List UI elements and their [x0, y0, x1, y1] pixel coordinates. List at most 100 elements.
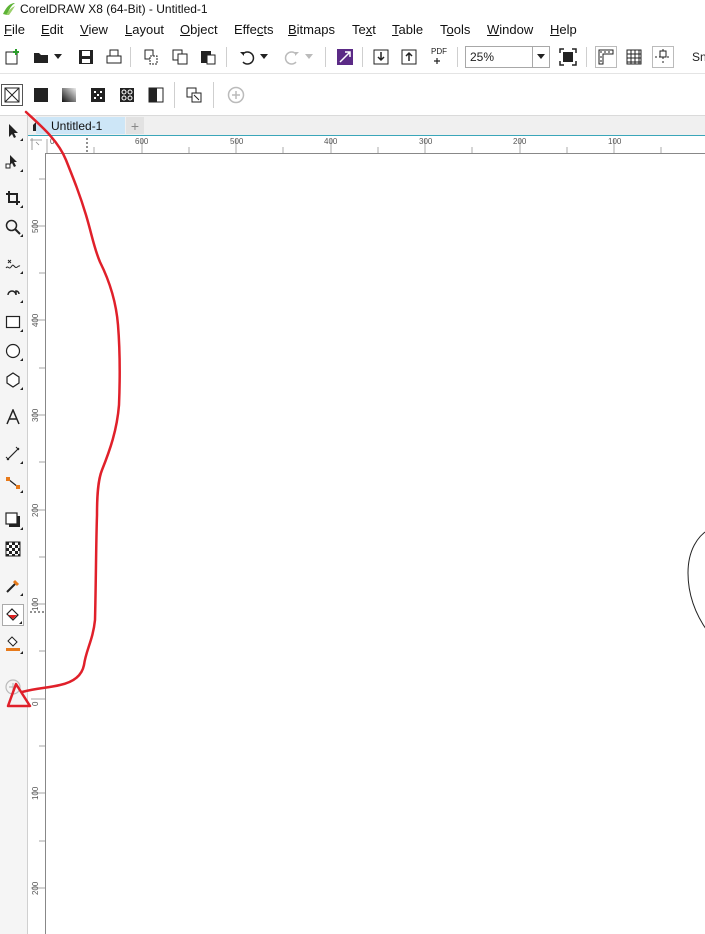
- two-color-pattern-fill-button[interactable]: [145, 84, 167, 106]
- menu-table[interactable]: Table: [392, 22, 423, 37]
- copy-icon: [172, 49, 188, 65]
- text-tool[interactable]: [2, 406, 24, 428]
- menu-bitmaps[interactable]: Bitmaps: [288, 22, 335, 37]
- toolbar-separator: [325, 47, 326, 67]
- dimension-icon: [5, 446, 20, 461]
- menu-window[interactable]: Window: [487, 22, 533, 37]
- folder-open-icon: [34, 53, 48, 63]
- bitmap-pattern-fill-button[interactable]: [116, 84, 138, 106]
- import-button[interactable]: [370, 46, 392, 68]
- parallel-dimension-tool[interactable]: [2, 443, 24, 465]
- menu-effects[interactable]: Effects: [234, 22, 274, 37]
- publish-pdf-button[interactable]: PDF: [428, 46, 450, 68]
- print-button[interactable]: [103, 46, 125, 68]
- menu-object[interactable]: Object: [180, 22, 218, 37]
- copy-fill-button[interactable]: [183, 84, 205, 106]
- v-ruler-label-200: 200: [31, 503, 40, 517]
- copy-fill-icon: [186, 87, 202, 103]
- h-ruler-label-0: 0: [50, 137, 55, 146]
- open-dropdown[interactable]: [52, 46, 64, 68]
- zoom-tool[interactable]: [2, 216, 24, 238]
- rectangle-icon: [5, 315, 21, 329]
- undo-dropdown[interactable]: [258, 46, 270, 68]
- ellipse-icon: [5, 343, 21, 359]
- window-title: CorelDRAW X8 (64-Bit) - Untitled-1: [20, 2, 208, 16]
- add-property-button[interactable]: [225, 84, 247, 106]
- snap-to-button[interactable]: Sn: [692, 50, 705, 64]
- shape-tool[interactable]: [2, 151, 24, 173]
- undo-button[interactable]: [236, 46, 258, 68]
- drop-shadow-tool[interactable]: [2, 509, 24, 531]
- title-bar: CorelDRAW X8 (64-Bit) - Untitled-1: [0, 0, 705, 18]
- v-ruler-label-100: 100: [31, 597, 40, 611]
- show-guidelines-button[interactable]: [652, 46, 674, 68]
- redo-button[interactable]: [281, 46, 303, 68]
- connector-tool[interactable]: [2, 472, 24, 494]
- bitmap-pattern-icon: [120, 88, 134, 102]
- freehand-tool[interactable]: [2, 253, 24, 275]
- ruler-origin-corner[interactable]: [28, 136, 46, 154]
- zoom-dropdown-button[interactable]: [532, 47, 549, 67]
- toolbar-separator: [226, 47, 227, 67]
- polygon-tool[interactable]: [2, 369, 24, 391]
- smart-fill-tool[interactable]: [2, 633, 24, 655]
- import-icon: [373, 49, 389, 65]
- transparency-tool[interactable]: [2, 538, 24, 560]
- v-ruler-label-200-below: 200: [31, 881, 40, 895]
- paste-icon: [201, 51, 216, 65]
- plus-icon: +: [130, 117, 140, 134]
- search-content-button[interactable]: [334, 46, 356, 68]
- new-tab-button[interactable]: +: [126, 117, 144, 134]
- h-ruler-label-200: 200: [513, 137, 527, 146]
- menu-layout[interactable]: Layout: [125, 22, 164, 37]
- grid-icon: [626, 49, 642, 65]
- pick-tool[interactable]: [2, 120, 24, 142]
- ellipse-shape[interactable]: [680, 528, 705, 638]
- vertical-ruler[interactable]: 500 400 300 200 100 0 100 200: [28, 153, 46, 934]
- smart-fill-icon: [6, 636, 20, 651]
- paste-button[interactable]: [197, 46, 219, 68]
- menu-tools[interactable]: Tools: [440, 22, 470, 37]
- save-button[interactable]: [75, 46, 97, 68]
- ruler-origin-icon: [30, 138, 42, 150]
- fountain-fill-button[interactable]: [58, 84, 80, 106]
- export-icon: [401, 49, 417, 65]
- h-ruler-label-300: 300: [419, 137, 433, 146]
- chevron-down-icon: [305, 54, 313, 59]
- add-circle-icon: [5, 679, 21, 695]
- toolbar-separator: [362, 47, 363, 67]
- eyedropper-tool[interactable]: [2, 575, 24, 597]
- v-ruler-label-100-below: 100: [31, 786, 40, 800]
- crop-tool[interactable]: [2, 187, 24, 209]
- menu-view[interactable]: View: [80, 22, 108, 37]
- redo-dropdown[interactable]: [303, 46, 315, 68]
- add-tool-button[interactable]: [2, 676, 24, 698]
- cut-button[interactable]: [140, 46, 162, 68]
- interactive-fill-tool[interactable]: [2, 604, 24, 626]
- drawing-canvas[interactable]: [46, 154, 705, 934]
- shape-node-icon: [5, 155, 17, 169]
- menu-edit[interactable]: Edit: [41, 22, 63, 37]
- two-color-pattern-icon: [148, 87, 164, 103]
- rectangle-tool[interactable]: [2, 311, 24, 333]
- show-rulers-button[interactable]: [595, 46, 617, 68]
- open-button[interactable]: [30, 46, 52, 68]
- chevron-down-icon: [537, 54, 545, 59]
- vector-pattern-fill-button[interactable]: [87, 84, 109, 106]
- menu-text[interactable]: Text: [352, 22, 376, 37]
- ellipse-tool[interactable]: [2, 340, 24, 362]
- horizontal-ruler[interactable]: 0 600 500 400 300 200 100: [45, 136, 705, 154]
- no-fill-button[interactable]: [1, 84, 23, 106]
- show-grid-button[interactable]: [623, 46, 645, 68]
- copy-button[interactable]: [169, 46, 191, 68]
- export-button[interactable]: [398, 46, 420, 68]
- document-tab[interactable]: Untitled-1: [36, 117, 125, 134]
- zoom-level-combobox[interactable]: 25%: [465, 46, 550, 68]
- menu-help[interactable]: Help: [550, 22, 577, 37]
- artistic-media-tool[interactable]: [2, 282, 24, 304]
- menu-file[interactable]: File: [4, 22, 25, 37]
- new-document-button[interactable]: [2, 46, 24, 68]
- search-content-icon: [337, 49, 353, 65]
- full-screen-preview-button[interactable]: [557, 46, 579, 68]
- uniform-fill-button[interactable]: [30, 84, 52, 106]
